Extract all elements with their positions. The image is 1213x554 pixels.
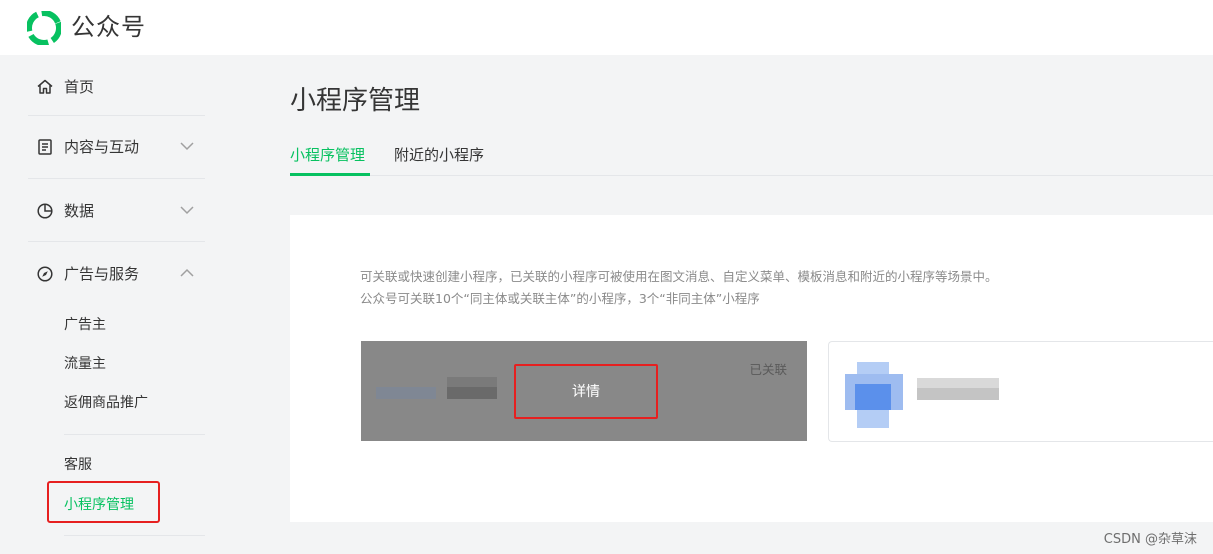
blurred-name (376, 387, 436, 399)
sidebar-item-home[interactable]: 首页 (28, 55, 205, 118)
sidebar-subitem-commission-promotion[interactable]: 返佣商品推广 (64, 393, 148, 413)
logo-text[interactable]: 公众号 (71, 12, 146, 42)
avatar (855, 384, 891, 410)
sidebar-item-label: 内容与互动 (64, 138, 140, 156)
blurred-name (447, 387, 497, 399)
highlight-box (514, 364, 658, 419)
sidebar-item-label: 首页 (64, 78, 95, 96)
description-line-1: 可关联或快速创建小程序，已关联的小程序可被使用在图文消息、自定义菜单、模板消息和… (360, 269, 998, 284)
description-line-2: 公众号可关联10个“同主体或关联主体”的小程序，3个“非同主体”小程序 (360, 291, 760, 306)
tabs-divider (290, 175, 1213, 176)
sidebar-item-content-interaction[interactable]: 内容与互动 (28, 115, 205, 178)
sidebar-subitem-customer-service[interactable]: 客服 (64, 455, 92, 475)
wechat-official-account-logo-icon[interactable] (27, 11, 61, 45)
linked-mini-program-card[interactable]: 已关联 详情 (361, 341, 807, 441)
chevron-up-icon[interactable] (179, 265, 195, 281)
sidebar-item-label: 广告与服务 (64, 265, 140, 283)
sidebar: 首页 内容与互动 数据 广告与服务 广告主 流量主 返佣商品推广 客服 小程序管… (0, 55, 232, 554)
sidebar-item-ads-services[interactable]: 广告与服务 (28, 242, 205, 305)
sidebar-subitem-publisher[interactable]: 流量主 (64, 354, 106, 374)
mini-program-panel: 可关联或快速创建小程序，已关联的小程序可被使用在图文消息、自定义菜单、模板消息和… (290, 215, 1213, 522)
watermark: CSDN @杂草沫 (1103, 532, 1197, 547)
home-icon (37, 79, 53, 94)
tab-mini-program-management[interactable]: 小程序管理 (290, 144, 365, 166)
sidebar-item-label: 数据 (64, 202, 95, 220)
tab-nearby-mini-programs[interactable]: 附近的小程序 (394, 144, 484, 166)
divider (64, 434, 205, 435)
compass-icon (37, 265, 53, 282)
document-icon (38, 138, 52, 155)
chevron-down-icon[interactable] (179, 138, 195, 154)
divider (64, 535, 205, 536)
sidebar-subitem-advertiser[interactable]: 广告主 (64, 315, 106, 335)
page-title: 小程序管理 (290, 86, 421, 116)
chevron-down-icon[interactable] (179, 202, 195, 218)
highlight-box (47, 481, 160, 523)
top-bar: 公众号 (0, 0, 1213, 55)
mini-program-card[interactable] (828, 341, 1213, 442)
active-tab-indicator (290, 173, 370, 176)
blurred-name (917, 388, 999, 400)
pie-chart-icon (37, 202, 53, 219)
sidebar-item-data[interactable]: 数据 (28, 179, 205, 242)
linked-status-tag: 已关联 (749, 362, 787, 377)
